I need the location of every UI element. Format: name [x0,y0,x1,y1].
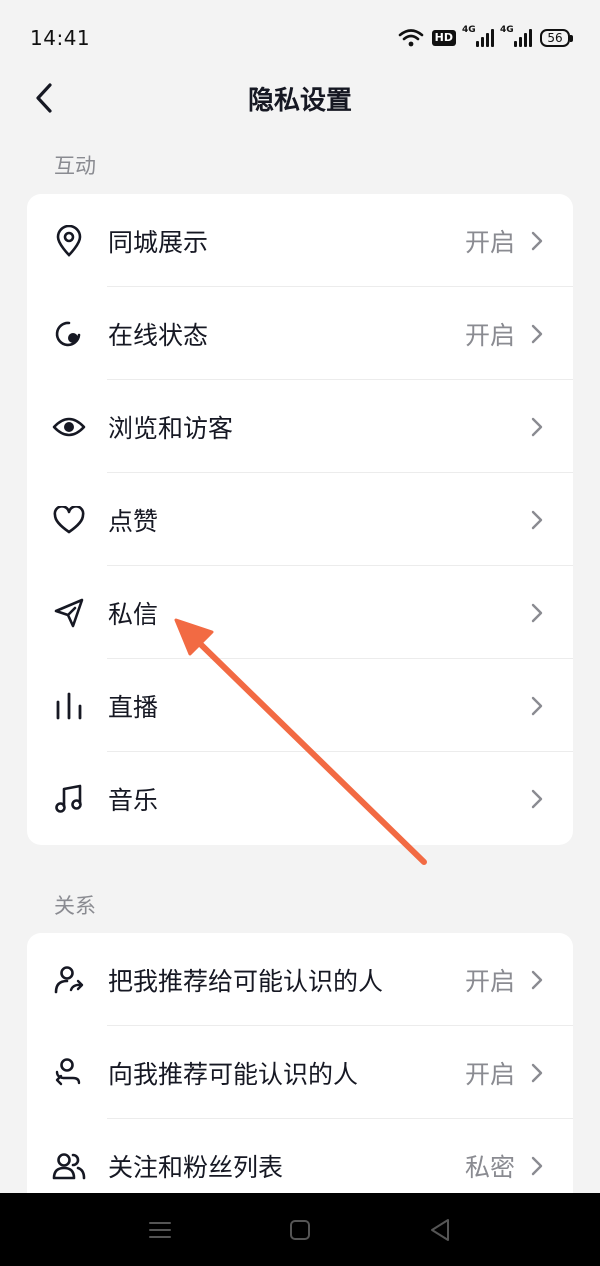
page-title: 隐私设置 [247,85,352,116]
row-value: 开启 [464,966,515,996]
chevron-right-icon [531,1063,543,1082]
row-likes[interactable]: 点赞 [27,473,573,566]
back-nav-button[interactable] [420,1210,460,1250]
relationship-settings-card: 把我推荐给可能认识的人 开启 向我推荐可能认识的人 开启 关注和粉丝列表 私密 [27,933,573,1193]
chevron-right-icon [531,324,543,343]
battery-icon: 56 [540,29,573,47]
hd-voice-icon: HD [431,30,456,46]
home-square-icon [290,1219,310,1240]
row-value: 开启 [464,227,515,257]
row-label: 向我推荐可能认识的人 [108,1059,359,1089]
send-icon [51,595,87,631]
back-button[interactable] [24,76,64,120]
row-value: 开启 [464,1059,515,1089]
live-bars-icon [51,688,87,724]
signal-icon-2: 4G [500,25,532,47]
row-value: 开启 [464,320,515,350]
status-bar: 14:41 HD 4G 4G 56 [0,0,600,76]
network-type-label: 4G [462,25,476,35]
chevron-right-icon [531,231,543,250]
row-direct-messages[interactable]: 私信 [27,566,573,659]
row-music[interactable]: 音乐 [27,752,573,845]
row-label: 浏览和访客 [108,413,234,443]
wifi-icon [398,29,423,47]
section-label-interaction: 互动 [54,154,96,178]
status-icons: HD 4G 4G 56 [398,25,573,48]
location-pin-icon [51,223,87,259]
nav-bar: 隐私设置 [0,76,600,120]
row-label: 把我推荐给可能认识的人 [108,966,384,996]
chevron-right-icon [531,970,543,989]
user-share-icon [51,962,87,998]
home-button[interactable] [280,1210,320,1250]
online-status-icon [51,316,87,352]
row-label: 私信 [108,599,159,629]
row-nearby-display[interactable]: 同城展示 开启 [27,194,573,287]
chevron-right-icon [531,1156,543,1175]
section-label-relationships: 关系 [54,894,96,918]
system-nav-bar [0,1193,600,1266]
row-label: 在线状态 [108,320,209,350]
row-value: 私密 [464,1152,515,1182]
row-online-status[interactable]: 在线状态 开启 [27,287,573,380]
music-note-icon [51,781,87,817]
users-icon [51,1148,87,1184]
menu-button[interactable] [140,1210,180,1250]
row-label: 点赞 [108,506,159,536]
row-label: 同城展示 [108,227,209,257]
chevron-right-icon [531,696,543,715]
network-type-label: 4G [500,25,514,35]
row-following-followers-list[interactable]: 关注和粉丝列表 私密 [27,1119,573,1193]
signal-icon-1: 4G [462,25,494,47]
row-recommend-others-to-me[interactable]: 向我推荐可能认识的人 开启 [27,1026,573,1119]
row-label: 音乐 [108,785,159,815]
status-time: 14:41 [30,26,91,50]
row-label: 关注和粉丝列表 [108,1152,284,1182]
eye-icon [51,409,87,445]
chevron-right-icon [531,417,543,436]
chevron-right-icon [531,789,543,808]
chevron-right-icon [531,510,543,529]
menu-icon [149,1221,171,1238]
chevron-left-icon [36,83,52,113]
chevron-right-icon [531,603,543,622]
heart-icon [51,502,87,538]
back-triangle-icon [431,1218,449,1241]
user-recommend-icon [51,1055,87,1091]
row-live-stream[interactable]: 直播 [27,659,573,752]
interaction-settings-card: 同城展示 开启 在线状态 开启 浏览和访客 点赞 私信 直播 音乐 [27,194,573,845]
row-label: 直播 [108,692,159,722]
row-recommend-me-to-others[interactable]: 把我推荐给可能认识的人 开启 [27,933,573,1026]
row-browsing-visitors[interactable]: 浏览和访客 [27,380,573,473]
